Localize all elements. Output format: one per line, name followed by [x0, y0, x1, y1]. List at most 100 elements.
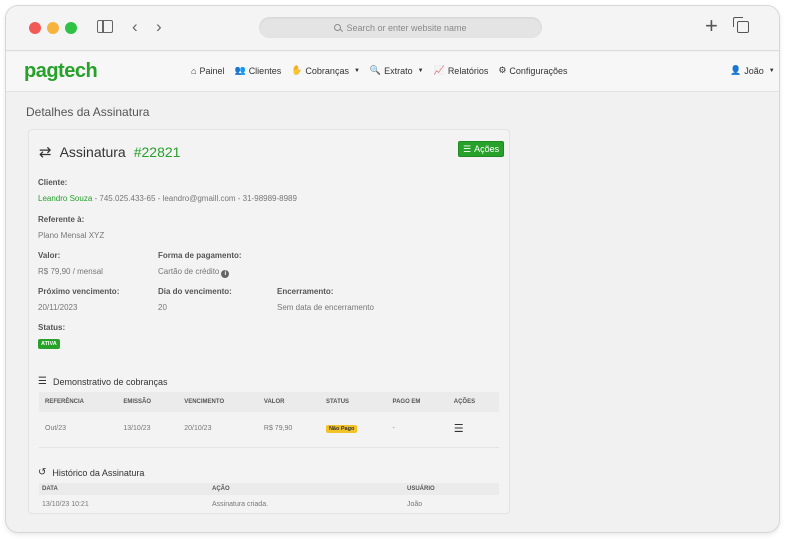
col-vencimento: VENCIMENTO: [184, 399, 225, 405]
cell-acoes: ☰: [447, 412, 499, 448]
forward-button[interactable]: ›: [156, 18, 162, 35]
browser-window: ‹ › Search or enter website name + pagte…: [6, 6, 779, 532]
chevron-down-icon: ▼: [417, 67, 424, 74]
cell-status: Não Pago: [319, 412, 387, 448]
subscription-title: Assinatura: [59, 144, 126, 160]
address-bar[interactable]: Search or enter website name: [259, 17, 542, 38]
referente-label: Referente à:: [38, 215, 85, 224]
forma-pagamento-value: Cartão de crédito i: [158, 267, 230, 278]
col-data: DATA: [42, 486, 58, 492]
charges-table-header: REFERÊNCIA EMISSÃO VENCIMENTO VALOR STAT…: [39, 392, 499, 412]
col-referencia: REFERÊNCIA: [45, 399, 85, 405]
search-dollar-icon: 🔍: [369, 65, 382, 75]
info-icon[interactable]: i: [221, 270, 230, 278]
status-badge: ATIVA: [38, 339, 60, 349]
col-acao: AÇÃO: [212, 486, 230, 492]
sidebar-toggle-icon[interactable]: [97, 20, 113, 33]
back-button[interactable]: ‹: [132, 18, 138, 35]
history-section-title: ↺ Histórico da Assinatura: [38, 467, 144, 478]
dia-vencimento-value: 20: [158, 303, 167, 312]
nav-cobrancas-label: Cobranças: [305, 65, 349, 76]
forma-pagamento-label: Forma de pagamento:: [158, 251, 242, 260]
cliente-name-link[interactable]: Leandro Souza: [38, 194, 92, 203]
chevron-down-icon: ▼: [353, 67, 360, 74]
chevron-down-icon: ▼: [768, 67, 775, 74]
charges-table: REFERÊNCIA EMISSÃO VENCIMENTO VALOR STAT…: [39, 392, 499, 448]
browser-toolbar: ‹ › Search or enter website name +: [6, 6, 779, 51]
nav-clientes-label: Clientes: [248, 65, 282, 76]
close-window-button[interactable]: [29, 22, 41, 34]
history-icon: ↺: [38, 467, 47, 478]
repeat-icon: ⇄: [39, 144, 52, 161]
cell-usuario: João: [407, 501, 423, 508]
list-icon: ☰: [38, 376, 47, 387]
status-badge: Não Pago: [325, 425, 358, 433]
proximo-vencimento-value: 20/11/2023: [38, 303, 78, 312]
nav-relatorios-label: Relatórios: [447, 65, 489, 76]
user-icon: 👤: [730, 65, 742, 75]
proximo-vencimento-label: Próximo vencimento:: [38, 287, 120, 296]
line-chart-icon: 📈: [433, 65, 445, 75]
cell-acao: Assinatura criada.: [212, 501, 269, 508]
history-table-header: DATA AÇÃO USUÁRIO: [39, 483, 499, 495]
new-tab-button[interactable]: +: [705, 14, 718, 38]
table-row: Out/23 13/10/23 20/10/23 R$ 79,90 Não Pa…: [39, 412, 499, 448]
charges-section-title: ☰ Demonstrativo de cobranças: [38, 376, 168, 387]
search-icon: [334, 24, 342, 31]
encerramento-value: Sem data de encerramento: [277, 303, 374, 312]
col-valor: VALOR: [263, 399, 285, 405]
cell-valor: R$ 79,90: [257, 412, 320, 448]
col-status: STATUS: [325, 399, 350, 405]
cell-referencia: Out/23: [39, 412, 118, 448]
app-navbar: pagtech ⌂ Painel 👥 Clientes ✋ Cobranças …: [6, 52, 779, 92]
pagtech-logo[interactable]: pagtech: [24, 60, 98, 83]
cliente-details: - 745.025.433-65 - leandro@gmaill.com - …: [92, 194, 297, 203]
status-label: Status:: [38, 323, 66, 332]
forma-pagamento-text: Cartão de crédito: [158, 267, 220, 276]
col-usuario: USUÁRIO: [407, 486, 435, 492]
nav-clientes[interactable]: 👥 Clientes: [234, 65, 281, 76]
cell-data: 13/10/23 10:21: [42, 501, 89, 508]
valor-label: Valor:: [38, 251, 61, 260]
main-menu: ⌂ Painel 👥 Clientes ✋ Cobranças ▼ 🔍 Extr…: [191, 65, 567, 76]
cell-pago-em: -: [386, 412, 448, 448]
address-bar-placeholder: Search or enter website name: [346, 22, 467, 33]
user-menu[interactable]: 👤 João ▼: [730, 65, 775, 76]
referente-value: Plano Mensal XYZ: [38, 231, 105, 240]
user-name: João: [744, 65, 764, 76]
menu-icon: ☰: [463, 143, 472, 154]
table-row: 13/10/23 10:21 Assinatura criada. João: [39, 495, 499, 513]
history-table: DATA AÇÃO USUÁRIO 13/10/23 10:21 Assinat…: [39, 483, 499, 513]
encerramento-label: Encerramento:: [277, 287, 334, 296]
gear-icon: ⚙: [498, 65, 507, 75]
col-emissao: EMISSÃO: [123, 399, 151, 405]
minimize-window-button[interactable]: [47, 22, 59, 34]
subscription-card: ⇄ Assinatura #22821 ☰ Ações Cliente: Lea…: [28, 129, 510, 514]
nav-configuracoes-label: Configurações: [509, 65, 568, 76]
zoom-window-button[interactable]: [65, 22, 77, 34]
col-acoes: AÇÕES: [453, 399, 476, 405]
subscription-number: #22821: [133, 144, 181, 160]
home-icon: ⌂: [191, 65, 197, 76]
actions-button-label: Ações: [474, 144, 500, 154]
nav-painel-label: Painel: [199, 65, 225, 76]
row-menu-icon[interactable]: ☰: [454, 423, 464, 435]
history-title: Histórico da Assinatura: [52, 467, 145, 478]
cell-emissao: 13/10/23: [117, 412, 179, 448]
cliente-value: Leandro Souza - 745.025.433-65 - leandro…: [38, 194, 297, 203]
actions-button[interactable]: ☰ Ações: [458, 141, 505, 157]
nav-relatorios[interactable]: 📈 Relatórios: [434, 65, 489, 76]
tab-overview-icon[interactable]: [733, 17, 749, 33]
users-icon: 👥: [234, 65, 246, 75]
dia-vencimento-label: Dia do vencimento:: [158, 287, 232, 296]
charges-title: Demonstrativo de cobranças: [52, 376, 168, 387]
cell-vencimento: 20/10/23: [178, 412, 258, 448]
nav-extrato-label: Extrato: [384, 65, 413, 76]
subscription-heading: ⇄ Assinatura #22821: [39, 143, 180, 161]
valor-value: R$ 79,90 / mensal: [38, 267, 103, 276]
nav-configuracoes[interactable]: ⚙ Configurações: [498, 65, 567, 76]
nav-cobrancas[interactable]: ✋ Cobranças ▼: [291, 65, 360, 76]
hand-coin-icon: ✋: [291, 65, 303, 75]
nav-painel[interactable]: ⌂ Painel: [191, 65, 224, 76]
nav-extrato[interactable]: 🔍 Extrato ▼: [370, 65, 424, 76]
